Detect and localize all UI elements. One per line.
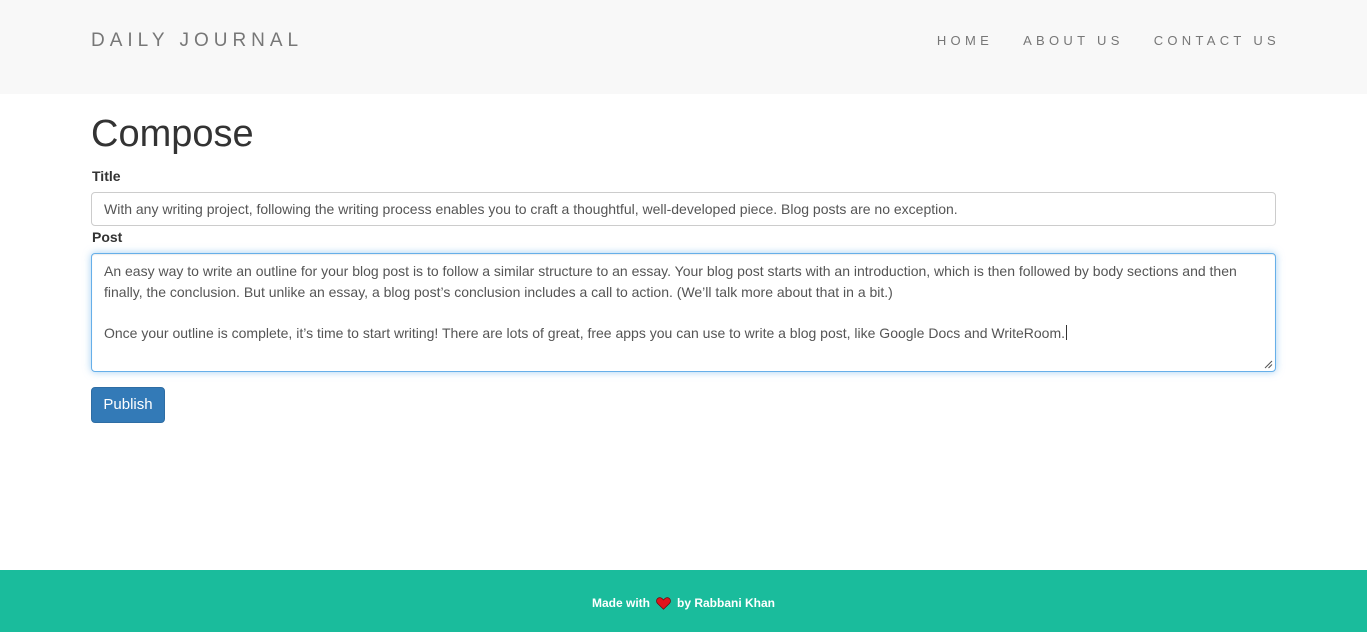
footer: Made with by Rabbani Khan (0, 570, 1367, 632)
text-caret (1066, 324, 1068, 340)
post-paragraph: Once your outline is complete, it’s time… (104, 323, 1263, 344)
footer-made-with: Made with (591, 596, 650, 610)
nav-links: HOME ABOUT US CONTACT US (937, 34, 1276, 48)
title-label: Title (92, 168, 121, 184)
nav-home-link[interactable]: HOME (937, 34, 993, 48)
footer-author: by Rabbani Khan (677, 596, 776, 610)
nav-about-link[interactable]: ABOUT US (1023, 34, 1124, 48)
post-label: Post (92, 229, 123, 245)
nav-contact-link[interactable]: CONTACT US (1154, 34, 1280, 48)
post-paragraph-text: Once your outline is complete, it’s time… (104, 324, 1066, 341)
post-paragraph: An easy way to write an outline for your… (104, 263, 1237, 300)
title-input[interactable]: With any writing project, following the … (91, 192, 1276, 226)
resize-handle-icon[interactable] (1264, 360, 1273, 369)
post-textarea[interactable]: An easy way to write an outline for your… (91, 253, 1276, 372)
page-title: Compose (91, 113, 254, 155)
heart-icon (656, 596, 671, 610)
brand-logo[interactable]: DAILY JOURNAL (91, 30, 303, 52)
navbar: DAILY JOURNAL HOME ABOUT US CONTACT US (0, 0, 1367, 94)
publish-button[interactable]: Publish (91, 387, 165, 423)
